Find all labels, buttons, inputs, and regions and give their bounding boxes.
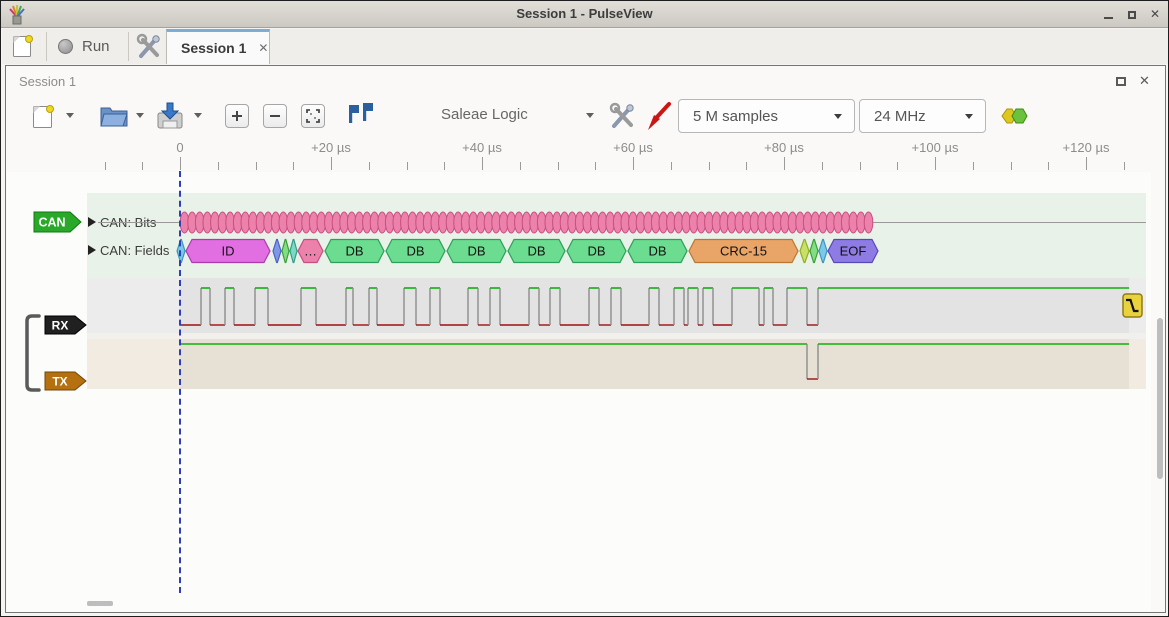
new-file-icon[interactable] [32,103,54,129]
title-bar[interactable]: Session 1 - PulseView ✕ [1,1,1168,28]
save-file-dropdown-arrow[interactable] [194,113,202,118]
settings-tools-icon[interactable] [136,33,162,60]
ruler-tick [1086,157,1087,170]
ruler-label: +80 µs [764,140,804,155]
tab-close-icon[interactable]: ✕ [258,41,268,55]
minimize-button[interactable] [1104,17,1113,19]
sample-count-dropdown-arrow [834,114,842,119]
toolbar-separator [128,32,129,61]
ruler-tick [860,162,861,170]
expand-arrow-fields[interactable] [88,245,96,255]
ruler-tick [822,162,823,170]
ruler-tick [633,157,634,170]
row-label-can-fields: CAN: Fields [100,243,169,258]
fit-corners-icon [306,109,320,123]
ruler-label: +120 µs [1063,140,1110,155]
rx-signal-tag[interactable]: RX [44,315,88,335]
sample-rate-value: 24 MHz [874,108,965,125]
tab-session-1[interactable]: Session 1 ✕ [166,29,270,64]
ruler-tick [218,162,219,170]
ruler-tick [105,162,106,170]
main-toolbar: Run Session 1 ✕ [2,29,1169,64]
open-file-dropdown-arrow[interactable] [136,113,144,118]
decoder-trace-background [87,193,1146,278]
sample-count-value: 5 M samples [693,108,834,125]
tx-signal-tag[interactable]: TX [44,371,88,391]
ruler-tick [142,162,143,170]
rx-tag-label: RX [52,319,69,333]
ruler-label: +20 µs [311,140,351,155]
ruler-tick [897,162,898,170]
vertical-scrollbar[interactable] [1157,318,1163,479]
ruler-tick [746,162,747,170]
add-decoder-icon[interactable] [1001,107,1029,125]
sample-rate-select[interactable]: 24 MHz [859,99,986,133]
zoom-in-button[interactable] [225,104,249,128]
ruler-tick [558,162,559,170]
ruler-tick [1011,162,1012,170]
ruler-tick [407,162,408,170]
device-select[interactable]: Saleae Logic [441,106,528,123]
device-dropdown-arrow[interactable] [586,113,594,118]
ruler-tick [482,157,483,170]
expand-arrow-bits[interactable] [88,217,96,227]
device-config-icon[interactable] [609,102,636,130]
ruler-tick [180,157,181,170]
can-tag-label: CAN [38,216,65,230]
session-toolbar: Saleae Logic 5 M samples 24 MHz [6,94,1165,140]
open-file-icon[interactable] [100,104,128,128]
plus-icon [231,110,243,122]
time-cursor[interactable] [179,171,181,593]
save-file-icon[interactable] [156,102,184,130]
zoom-out-button[interactable] [263,104,287,128]
ruler-tick [1124,162,1125,170]
toolbar-separator [46,32,47,61]
session-panel-title: Session 1 [19,74,76,89]
show-pulses-icon[interactable] [346,102,374,128]
window-title: Session 1 - PulseView [1,6,1168,21]
pulseview-window: Session 1 - PulseView ✕ Run Session 1 ✕ [0,0,1169,617]
new-file-dropdown-arrow[interactable] [66,113,74,118]
probe-channels-icon[interactable] [646,101,672,131]
ruler-tick [369,162,370,170]
ruler-label: 0 [176,140,183,155]
ruler-tick [595,162,596,170]
ruler-tick [671,162,672,170]
signal-group-bracket[interactable] [24,313,44,393]
ruler-label: +100 µs [912,140,959,155]
zoom-fit-button[interactable] [301,104,325,128]
row-label-can-bits: CAN: Bits [100,215,156,230]
ruler-label: +40 µs [462,140,502,155]
ruler-tick [1048,162,1049,170]
minus-icon [269,110,281,122]
run-label: Run [82,38,110,55]
ruler-tick [256,162,257,170]
ruler-tick [520,162,521,170]
close-button[interactable]: ✕ [1150,7,1160,21]
ruler-tick [709,162,710,170]
tab-label: Session 1 [181,40,246,56]
can-decoder-tag[interactable]: CAN [33,211,83,233]
ruler-tick [444,162,445,170]
sample-rate-dropdown-arrow [965,114,973,119]
maximize-button[interactable] [1128,11,1136,19]
new-session-icon[interactable] [12,34,34,58]
tx-tag-label: TX [52,375,67,389]
panel-close-icon[interactable]: ✕ [1139,73,1150,89]
run-state-icon [58,39,73,54]
ruler-label: +60 µs [613,140,653,155]
ruler-tick [973,162,974,170]
run-button[interactable]: Run [58,32,110,61]
ruler-tick [784,157,785,170]
tx-data-region [180,339,1129,389]
sample-count-select[interactable]: 5 M samples [678,99,855,133]
ruler-tick [293,162,294,170]
undock-icon[interactable] [1116,77,1126,86]
trigger-marker-icon[interactable] [1122,293,1143,318]
ruler-tick [331,157,332,170]
rx-data-region [180,278,1129,333]
horizontal-scrollbar[interactable] [87,601,113,606]
ruler-tick [935,157,936,170]
